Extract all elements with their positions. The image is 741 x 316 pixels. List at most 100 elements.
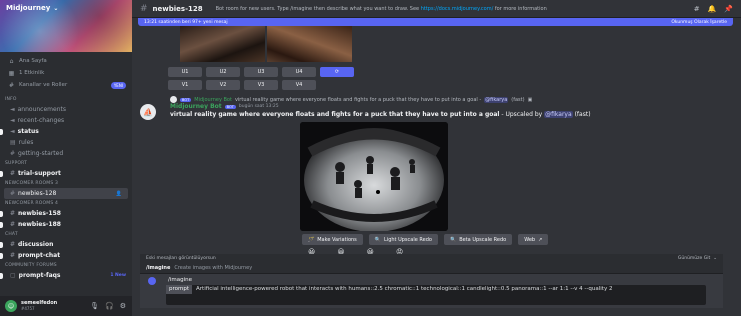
image-tile	[267, 26, 352, 62]
hash-icon: #	[10, 221, 16, 228]
gear-icon[interactable]: ⚙	[120, 302, 126, 310]
category-newcomer-3[interactable]: Newcomer Rooms 3	[0, 179, 132, 188]
user-panel: ☺ semeelfedon #4757 🎙 🎧 ⚙	[0, 296, 132, 316]
threads-icon[interactable]: #	[694, 5, 700, 13]
jump-to-present-button[interactable]: Günümüze Git	[678, 256, 710, 261]
channel-trial-support[interactable]: # trial-support	[0, 168, 132, 179]
headphones-icon[interactable]: 🎧	[105, 302, 114, 310]
beta-upscale-redo-button[interactable]: 🔍 Beta Upscale Redo	[443, 234, 513, 245]
category-newcomer-4[interactable]: Newcomer Rooms 4	[0, 199, 132, 208]
unread-pill	[0, 272, 3, 279]
channel-newbies-128[interactable]: # newbies-128 👤	[4, 188, 128, 199]
channel-title: newbies-128	[152, 4, 203, 13]
magnifier-icon: 🔍	[449, 236, 457, 243]
bot-badge: BOT	[224, 104, 236, 109]
u2-button[interactable]: U2	[206, 67, 240, 77]
user-mention[interactable]: @fikarya	[544, 111, 573, 118]
channel-recent-changes[interactable]: ◄ recent-changes	[0, 115, 132, 126]
user-tag: #4757	[21, 306, 35, 311]
generated-image[interactable]	[300, 122, 448, 231]
timestamp: bugün saat 13:25	[238, 104, 279, 109]
category-info[interactable]: Info	[0, 95, 132, 104]
v3-button[interactable]: V3	[244, 80, 278, 90]
sparkle-icon: 🪄	[308, 236, 315, 243]
channel-status[interactable]: ◄ status	[0, 126, 132, 137]
category-chat[interactable]: Chat	[0, 230, 132, 239]
command-suggestion[interactable]: /imagine Create images with Midjourney	[140, 262, 723, 274]
message-header: Midjourney Bot BOT bugün saat 13:25	[170, 103, 279, 110]
unread-pill	[0, 128, 3, 135]
unread-pill	[0, 170, 3, 177]
bell-icon[interactable]: 🔔	[708, 5, 717, 13]
announcement-icon: ◄	[10, 128, 15, 135]
message-composer: /imagine prompt Artificial intelligence-…	[140, 274, 723, 308]
new-posts-tag: 1 New	[110, 273, 126, 278]
new-messages-bar[interactable]: 13:21 saatinden beri 97+ yeni mesaj Okun…	[138, 18, 733, 26]
older-messages-bar: Eski mesajları görüntülüyorsun Günümüze …	[140, 254, 723, 262]
channel-rules[interactable]: ▤ rules	[0, 137, 132, 148]
chevron-down-icon: ⌄	[53, 4, 59, 12]
channel-announcements[interactable]: ◄ announcements	[0, 104, 132, 115]
action-button-row: 🪄 Make Variations 🔍 Light Upscale Redo 🔍…	[302, 234, 549, 245]
mark-read-button[interactable]: Okunmuş Olarak İşaretle	[671, 20, 727, 25]
channel-prompt-chat[interactable]: # prompt-chat	[0, 250, 132, 261]
new-badge: YENI	[110, 81, 126, 89]
channel-header: # newbies-128 Bot room for new users. Ty…	[132, 0, 741, 18]
message-content: virtual reality game where everyone floa…	[170, 111, 591, 118]
v4-button[interactable]: V4	[282, 80, 316, 90]
rules-icon: ▤	[10, 139, 16, 146]
prompt-text[interactable]: Artificial intelligence-powered robot th…	[192, 285, 616, 305]
home-icon: ⌂	[9, 57, 14, 65]
prompt-option-label: prompt	[166, 285, 193, 294]
channel-prompt-faqs[interactable]: ▢ prompt-faqs 1 New	[0, 270, 132, 281]
unread-pill	[0, 221, 3, 228]
reroll-button[interactable]: ⟳	[320, 67, 354, 77]
category-support[interactable]: Support	[0, 159, 132, 168]
unread-pill	[0, 252, 3, 259]
hash-icon: #	[10, 241, 16, 248]
external-link-icon: ↗	[538, 236, 543, 243]
hash-icon: #	[10, 150, 16, 157]
channel-discussion[interactable]: # discussion	[0, 239, 132, 250]
u1-button[interactable]: U1	[168, 67, 202, 77]
v1-button[interactable]: V1	[168, 80, 202, 90]
u3-button[interactable]: U3	[244, 67, 278, 77]
hockey-image-art	[300, 122, 448, 231]
web-button[interactable]: Web ↗	[518, 234, 549, 245]
avatar	[170, 96, 177, 103]
calendar-icon: ▦	[8, 69, 15, 77]
u4-button[interactable]: U4	[282, 67, 316, 77]
server-banner[interactable]: Midjourney ⌄	[0, 0, 132, 52]
light-upscale-redo-button[interactable]: 🔍 Light Upscale Redo	[368, 234, 438, 245]
bot-badge: BOT	[180, 97, 192, 102]
author-name[interactable]: Midjourney Bot	[170, 103, 222, 110]
channel-getting-started[interactable]: # getting-started	[0, 148, 132, 159]
channel-newbies-158[interactable]: # newbies-158	[0, 208, 132, 219]
hash-icon: #	[140, 3, 148, 14]
image-icon: ▣	[527, 96, 533, 103]
channel-newbies-188[interactable]: # newbies-188	[0, 219, 132, 230]
avatar[interactable]: ☺	[5, 300, 17, 312]
docs-link[interactable]: https://docs.midjourney.com/	[421, 6, 494, 12]
category-community[interactable]: Community Forums	[0, 261, 132, 270]
server-name[interactable]: Midjourney ⌄	[6, 4, 58, 12]
app-icon	[148, 277, 156, 285]
reply-reference[interactable]: BOT Midjourney Bot virtual reality game …	[170, 96, 532, 103]
avatar[interactable]: ⛵	[140, 104, 156, 120]
previous-image-grid[interactable]	[180, 26, 352, 62]
announcement-icon: ◄	[10, 117, 15, 124]
announcement-icon: ◄	[10, 106, 15, 113]
v2-button[interactable]: V2	[206, 80, 240, 90]
channels-icon: #	[8, 81, 15, 89]
hash-icon: #	[10, 210, 16, 217]
nav-home[interactable]: ⌂ Ana Sayfa	[0, 55, 132, 67]
add-member-icon[interactable]: 👤	[116, 191, 122, 197]
mute-mic-icon[interactable]: 🎙	[90, 302, 99, 310]
nav-events[interactable]: ▦ 1 Etkinlik	[0, 67, 132, 79]
make-variations-button[interactable]: 🪄 Make Variations	[302, 234, 363, 245]
user-mention[interactable]: @fikarya	[484, 96, 509, 103]
prompt-input[interactable]: prompt Artificial intelligence-powered r…	[166, 285, 706, 305]
hash-icon: #	[10, 190, 16, 197]
pin-icon[interactable]: 📌	[724, 5, 733, 13]
nav-channels-roles[interactable]: # Kanallar ve Roller YENI	[0, 79, 132, 91]
